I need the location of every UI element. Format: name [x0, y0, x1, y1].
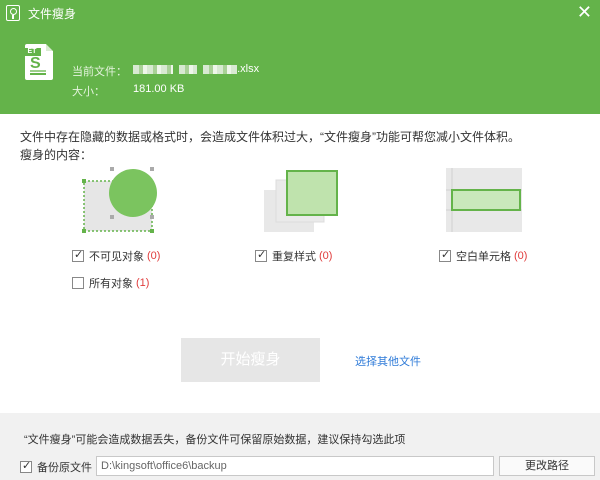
- close-icon[interactable]: ✕: [577, 2, 592, 22]
- section-label: 瘦身的内容：: [20, 148, 93, 162]
- window-title: 文件瘦身: [28, 7, 77, 21]
- file-extension: .xlsx: [237, 63, 260, 75]
- duplicate-styles-illustration-icon: [264, 170, 338, 232]
- size-label: 大小：: [72, 86, 105, 98]
- size-value: 181.00 KB: [133, 83, 185, 95]
- backup-label: 备份原文件: [37, 462, 92, 474]
- invisible-objects-illustration-icon: [82, 167, 157, 233]
- backup-option[interactable]: 备份原文件: [20, 459, 92, 475]
- all-objects-checkbox[interactable]: [72, 277, 84, 289]
- current-file-name: .xlsx: [133, 63, 259, 75]
- empty-cells-illustration-icon: [446, 168, 522, 232]
- option-invisible-objects[interactable]: 不可见对象(0): [72, 248, 160, 264]
- empty-cells-checkbox[interactable]: [439, 248, 451, 262]
- option-duplicate-styles[interactable]: 重复样式(0): [255, 248, 332, 264]
- current-file-label: 当前文件：: [72, 66, 127, 78]
- app-logo-icon: [6, 5, 20, 21]
- duplicate-styles-checkbox[interactable]: [255, 248, 267, 262]
- backup-warning-text: “文件瘦身”可能会造成数据丢失，备份文件可保留原始数据，建议保持勾选此项: [24, 434, 406, 446]
- description-text: 文件中存在隐藏的数据或格式时，会造成文件体积过大，“文件瘦身”功能可帮您减小文件…: [20, 130, 520, 144]
- start-slimming-button[interactable]: 开始瘦身: [181, 338, 320, 382]
- change-path-button[interactable]: 更改路径: [499, 456, 595, 476]
- spreadsheet-file-icon: ET S: [23, 44, 53, 80]
- header-bar: 文件瘦身 ✕ ET S 当前文件： .xlsx 大小： 181.00 KB: [0, 0, 600, 114]
- option-all-objects[interactable]: 所有对象 (1): [72, 275, 149, 291]
- backup-path-field[interactable]: [96, 456, 494, 476]
- choose-other-file-link[interactable]: 选择其他文件: [355, 353, 421, 369]
- option-empty-cells[interactable]: 空白单元格(0): [439, 248, 527, 264]
- backup-checkbox[interactable]: [20, 459, 32, 473]
- invisible-objects-checkbox[interactable]: [72, 248, 84, 262]
